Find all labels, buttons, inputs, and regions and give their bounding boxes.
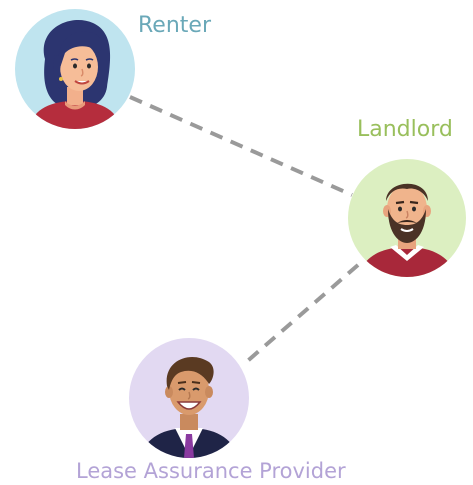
renter-label: Renter [138, 13, 211, 38]
landlord-avatar-icon [348, 159, 466, 277]
provider-avatar-icon [129, 338, 249, 458]
role-diagram: Renter Landlord Lease Assurance Provider [0, 0, 473, 485]
provider-label: Lease Assurance Provider [76, 459, 346, 483]
renter-avatar-icon [15, 9, 135, 129]
landlord-label: Landlord [357, 117, 453, 142]
connector-landlord-provider [242, 263, 360, 366]
connector-renter-landlord [129, 95, 353, 197]
